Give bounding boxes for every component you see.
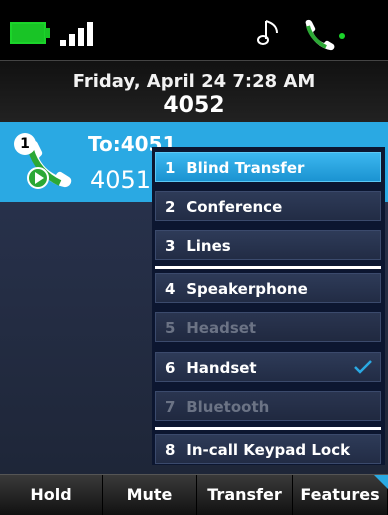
handset-registered-icon xyxy=(305,19,345,51)
battery-tip xyxy=(45,28,50,38)
battery-icon xyxy=(10,22,46,44)
music-note-icon xyxy=(257,20,278,45)
menu-separator xyxy=(155,427,381,430)
menu-item-bluetooth: 7 Bluetooth xyxy=(155,391,381,421)
menu-item-headset: 5 Headset xyxy=(155,312,381,342)
menu-item-blind-transfer[interactable]: 1 Blind Transfer xyxy=(155,152,381,182)
signal-icon xyxy=(60,22,94,46)
extension-number: 4052 xyxy=(163,93,225,118)
menu-item-lines[interactable]: 3 Lines xyxy=(155,230,381,260)
transfer-softkey[interactable]: Transfer xyxy=(197,475,293,515)
status-bar xyxy=(0,0,388,60)
more-indicator-icon xyxy=(374,475,388,489)
features-menu: 1 Blind Transfer 2 Conference 3 Lines 4 … xyxy=(152,147,385,465)
menu-separator xyxy=(155,266,381,269)
checkmark-icon xyxy=(354,360,372,374)
phone-header: Friday, April 24 7:28 AM 4052 xyxy=(0,60,388,123)
menu-item-speakerphone[interactable]: 4 Speakerphone xyxy=(155,273,381,303)
call-number: 4051 xyxy=(90,166,152,194)
menu-item-conference[interactable]: 2 Conference xyxy=(155,191,381,221)
softkey-bar: Hold Mute Transfer Features xyxy=(0,474,388,515)
date-time: Friday, April 24 7:28 AM xyxy=(72,71,316,92)
hold-softkey[interactable]: Hold xyxy=(0,475,103,515)
call-index-badge: 1 xyxy=(14,133,36,155)
menu-item-keypad-lock[interactable]: 8 In-call Keypad Lock xyxy=(155,434,381,464)
mute-softkey[interactable]: Mute xyxy=(103,475,197,515)
menu-item-handset[interactable]: 6 Handset xyxy=(155,352,381,382)
